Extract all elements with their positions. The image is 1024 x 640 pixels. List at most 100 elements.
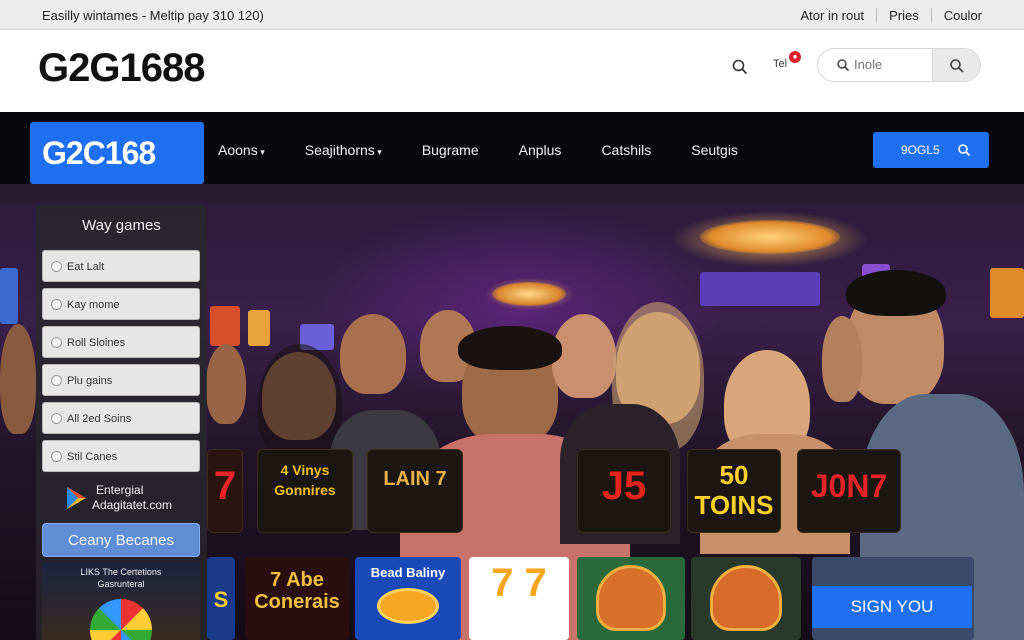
person-head bbox=[822, 316, 862, 402]
game-tile-label: J0N7 bbox=[810, 468, 888, 504]
game-tile[interactable] bbox=[577, 557, 685, 640]
chandelier-large bbox=[700, 220, 840, 254]
sidebar-title: Way games bbox=[82, 217, 161, 234]
search-icon bbox=[958, 144, 971, 157]
sidebar-item-all-2ed-soins[interactable]: All 2ed Soins bbox=[42, 402, 200, 434]
notification-button[interactable]: Tel ● bbox=[773, 51, 801, 70]
sidebar-item-eat-lalt[interactable]: Eat Lalt bbox=[42, 250, 200, 282]
sidebar-cta-button[interactable]: Ceany Becanes bbox=[42, 523, 200, 557]
notification-label: Tel bbox=[773, 58, 788, 70]
game-tile[interactable]: 7 Abe Conerais bbox=[245, 557, 349, 640]
ceiling bbox=[0, 184, 1024, 202]
person-head bbox=[340, 314, 406, 394]
sidebar-item-label: All 2ed Soins bbox=[67, 413, 132, 425]
utility-link-account[interactable]: Ator in rout bbox=[788, 8, 876, 23]
slot-screen bbox=[990, 268, 1024, 318]
game-tile[interactable]: 4 Vinys Gonnires bbox=[257, 449, 353, 533]
sign-up-button[interactable]: SIGN YOU bbox=[812, 586, 972, 628]
sidebar-item-kay-mome[interactable]: Kay mome bbox=[42, 288, 200, 320]
game-tile-label: LAIN 7 bbox=[383, 468, 447, 490]
game-tile[interactable]: J0N7 bbox=[797, 449, 901, 533]
nav-item-aoons[interactable]: Aoons bbox=[218, 142, 265, 158]
slot-screen bbox=[248, 310, 270, 346]
person-head bbox=[206, 344, 246, 424]
site-logo[interactable]: G2G1688 bbox=[38, 46, 205, 91]
nav-search-button[interactable]: 9OGL5 bbox=[873, 132, 989, 168]
sidebar-item-stil-canes[interactable]: Stil Canes bbox=[42, 440, 200, 472]
game-tile[interactable]: 50 TOINS bbox=[687, 449, 781, 533]
prize-wheel-icon bbox=[90, 599, 152, 640]
site-header: G2G1688 Tel ● bbox=[0, 30, 1024, 112]
sidebar-footer-banner[interactable]: LIKS The Certetions Gasrunteral bbox=[42, 563, 200, 640]
utility-link-prices[interactable]: Pries bbox=[876, 8, 931, 23]
radio-button[interactable] bbox=[51, 299, 62, 310]
utility-links: Ator in rout Pries Coulor bbox=[788, 8, 994, 23]
radio-button[interactable] bbox=[51, 261, 62, 272]
coin-icon bbox=[377, 588, 439, 624]
slot-screen bbox=[0, 268, 18, 324]
nav-logo[interactable]: G2C168 bbox=[30, 122, 204, 184]
sidebar-item-roll-sloines[interactable]: Roll Sloines bbox=[42, 326, 200, 358]
header-search-input[interactable] bbox=[854, 57, 934, 72]
main-nav: G2C168 Aoons Seajithorns Bugrame Anplus … bbox=[0, 112, 1024, 184]
game-tile[interactable]: S bbox=[207, 557, 235, 640]
game-tile-label: S bbox=[213, 587, 229, 612]
sidebar-item-label: Kay mome bbox=[67, 299, 120, 311]
sidebar-item-label: Eat Lalt bbox=[67, 261, 105, 273]
header-search-button[interactable] bbox=[932, 49, 980, 81]
search-icon[interactable] bbox=[731, 58, 749, 76]
game-tile-label: 7 7 bbox=[491, 561, 547, 605]
monster-character-icon bbox=[596, 565, 666, 631]
notification-badge: ● bbox=[789, 51, 801, 63]
monster-character-icon bbox=[710, 565, 782, 631]
person-hair bbox=[258, 344, 342, 464]
header-search-box bbox=[817, 48, 981, 82]
radio-button[interactable] bbox=[51, 375, 62, 386]
game-tile-label: 50 TOINS bbox=[694, 460, 774, 520]
game-tile[interactable]: J5 bbox=[577, 449, 671, 533]
sidebar-item-label: Roll Sloines bbox=[67, 337, 126, 349]
sidebar-promo-link[interactable]: Entergial Adagitatet.com bbox=[62, 481, 192, 515]
sidebar-item-label: Stil Canes bbox=[67, 451, 118, 463]
nav-item-anplus[interactable]: Anplus bbox=[519, 142, 562, 158]
game-tile[interactable]: 7 7 bbox=[469, 557, 569, 640]
person-head bbox=[552, 314, 616, 398]
nav-item-catshils[interactable]: Catshils bbox=[601, 142, 651, 158]
game-tile[interactable]: 7 bbox=[207, 449, 243, 533]
game-tile-label: 4 Vinys Gonnires bbox=[274, 462, 336, 498]
slot-screen bbox=[210, 306, 240, 346]
game-tile[interactable]: LAIN 7 bbox=[367, 449, 463, 533]
sidebar-item-plu-gains[interactable]: Plu gains bbox=[42, 364, 200, 396]
search-icon bbox=[950, 59, 964, 73]
person-head bbox=[0, 324, 36, 434]
sidebar-item-label: Plu gains bbox=[67, 375, 113, 387]
game-tile-label: Bead Baliny bbox=[370, 565, 446, 580]
promo-text: Easilly wintames - Meltip pay 310 120) bbox=[42, 8, 264, 23]
search-icon bbox=[837, 59, 850, 72]
footer-line-1: LIKS The Certetions bbox=[80, 567, 162, 577]
play-store-icon bbox=[67, 487, 86, 509]
radio-button[interactable] bbox=[51, 413, 62, 424]
chandelier-small bbox=[492, 282, 566, 306]
nav-item-seutgis[interactable]: Seutgis bbox=[691, 142, 738, 158]
radio-button[interactable] bbox=[51, 451, 62, 462]
nav-menu: Aoons Seajithorns Bugrame Anplus Catshil… bbox=[218, 142, 778, 158]
game-tile-label: J5 bbox=[601, 464, 647, 508]
game-tile[interactable] bbox=[691, 557, 801, 640]
nav-item-bugrame[interactable]: Bugrame bbox=[422, 142, 479, 158]
games-sidebar: Way games Eat Lalt Kay mome Roll Sloines… bbox=[36, 205, 207, 640]
game-tile-label: 7 bbox=[213, 464, 237, 508]
top-utility-bar: Easilly wintames - Meltip pay 310 120) A… bbox=[0, 0, 1024, 30]
radio-button[interactable] bbox=[51, 337, 62, 348]
slot-screen bbox=[700, 272, 820, 306]
person-hair bbox=[846, 270, 946, 316]
promo-line-2: Adagitatet.com bbox=[92, 498, 173, 512]
nav-item-seajithorns[interactable]: Seajithorns bbox=[305, 142, 382, 158]
nav-search-button-label: 9OGL5 bbox=[901, 143, 940, 157]
footer-line-2: Gasrunteral bbox=[97, 579, 145, 589]
person-hair bbox=[458, 326, 562, 370]
promo-line-1: Entergial bbox=[96, 483, 144, 497]
game-tile[interactable]: Bead Baliny bbox=[355, 557, 461, 640]
game-tile-label: 7 Abe Conerais bbox=[254, 569, 340, 613]
utility-link-color[interactable]: Coulor bbox=[930, 8, 994, 23]
